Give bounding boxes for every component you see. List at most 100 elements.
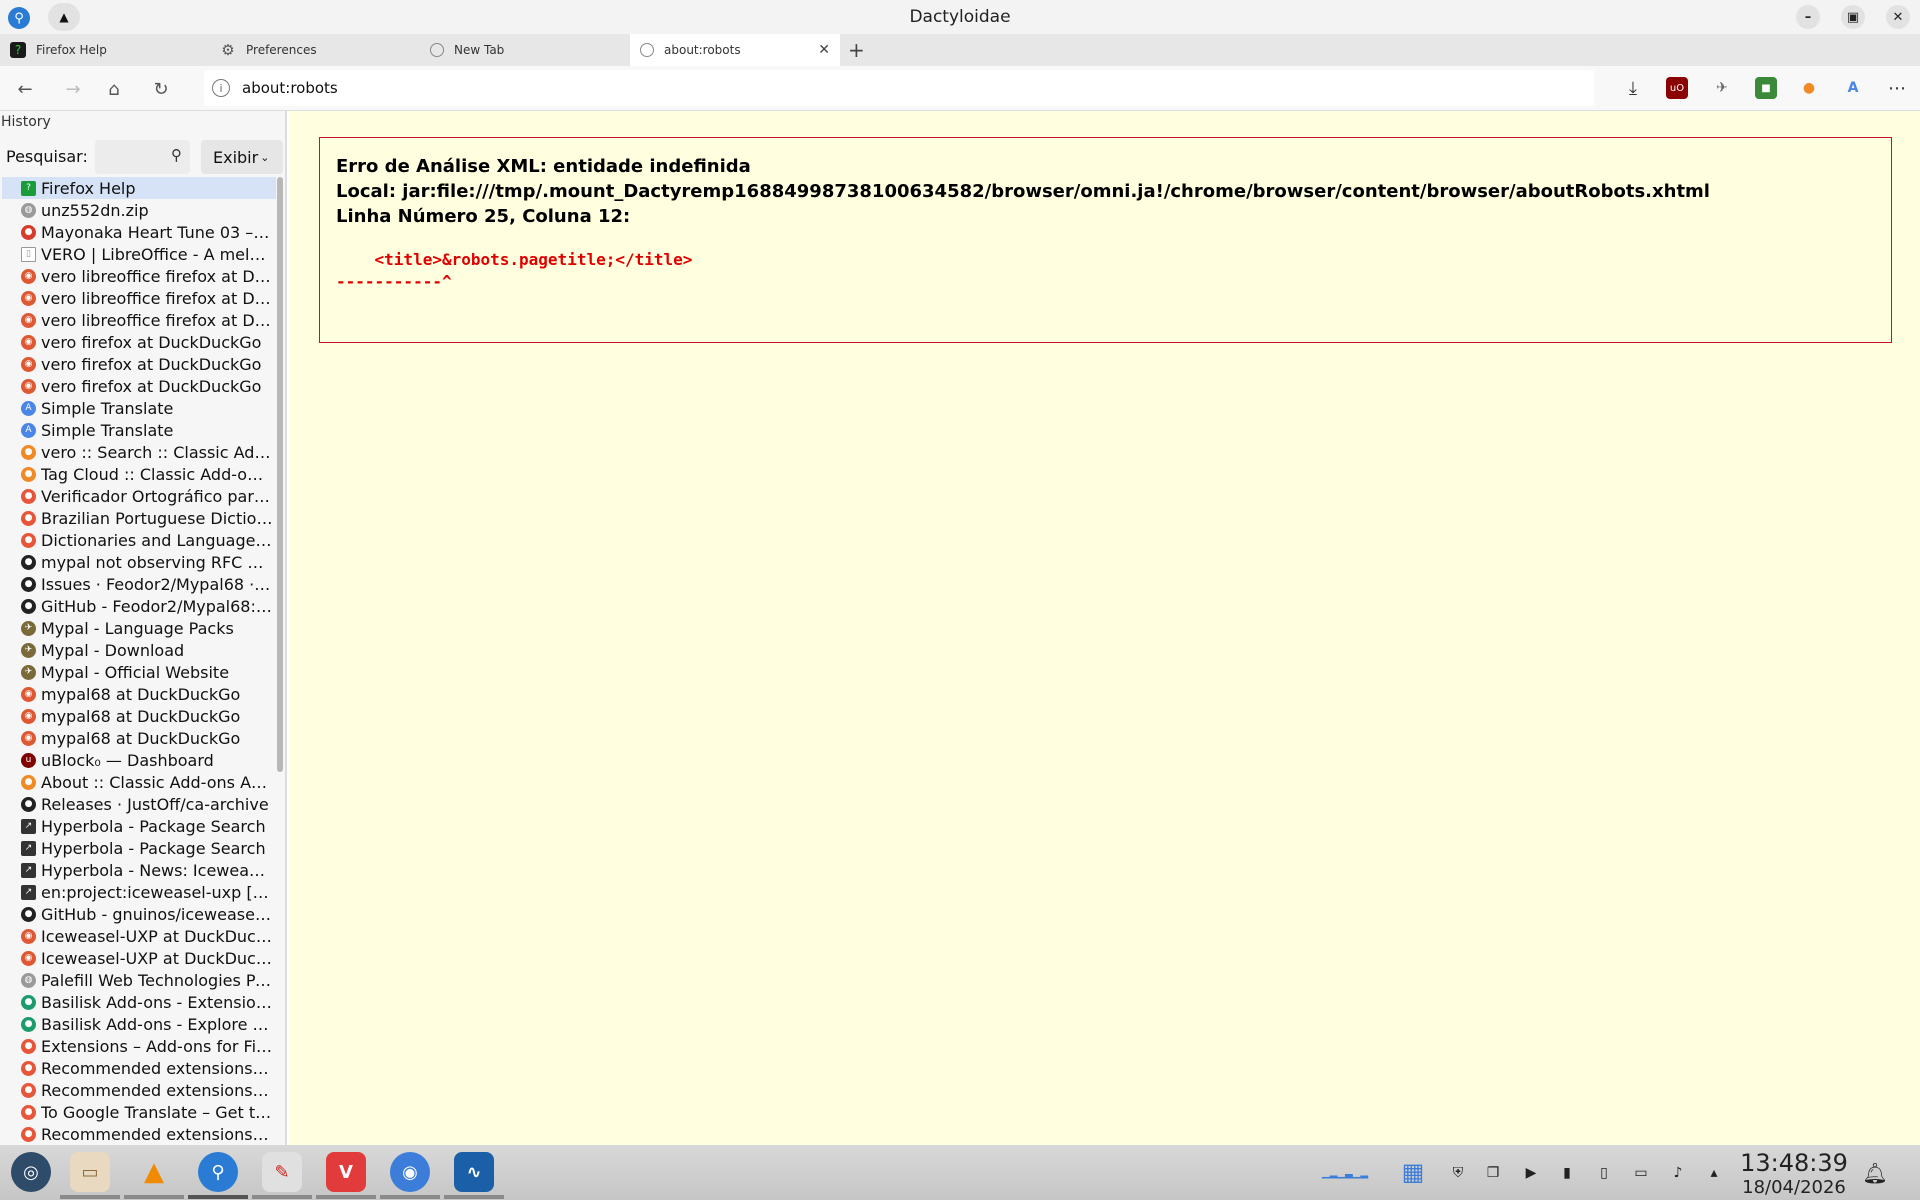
sidebar-title: History — [1, 114, 51, 130]
history-item[interactable]: ◉ mypal68 at DuckDuckGo — [0, 683, 276, 705]
start-menu-icon[interactable]: ◎ — [11, 1152, 51, 1192]
history-item[interactable]: ? Firefox Help — [2, 177, 276, 199]
system-monitor-icon[interactable]: ∿ — [454, 1152, 494, 1192]
history-item[interactable]: ● Basilisk Add-ons - Explore A... — [0, 1013, 276, 1035]
history-item[interactable]: ✈ Mypal - Language Packs — [0, 617, 276, 639]
history-item[interactable]: ✈ Mypal - Official Website — [0, 661, 276, 683]
search-icon: ⚲ — [171, 146, 182, 164]
workspace-icon[interactable]: ▦ — [1395, 1157, 1431, 1187]
history-item-label: GitHub - gnuinos/iceweasel-... — [41, 904, 273, 924]
history-item[interactable]: ● mypal not observing RFC 89... — [0, 551, 276, 573]
history-item[interactable]: ◍ Palefill Web Technologies Po... — [0, 969, 276, 991]
task-indicator — [316, 1195, 376, 1199]
dactyloidae-icon[interactable]: ⚲ — [198, 1152, 238, 1192]
history-item[interactable]: ● vero :: Search :: Classic Add-... — [0, 441, 276, 463]
history-item[interactable]: ● Tag Cloud :: Classic Add-ons ... — [0, 463, 276, 485]
new-tab-button[interactable]: + — [848, 38, 865, 62]
display-icon[interactable]: ▭ — [1630, 1162, 1652, 1184]
history-item[interactable]: ◉ vero firefox at DuckDuckGo — [0, 353, 276, 375]
notifications-icon[interactable]: 🔔︎ — [1862, 1161, 1887, 1185]
history-item[interactable]: ↗ en:project:iceweasel-uxp [H... — [0, 881, 276, 903]
back-button[interactable]: ← — [12, 76, 38, 102]
history-item[interactable]: ◉ vero libreoffice firefox at Du... — [0, 309, 276, 331]
battery-icon[interactable]: ▯ — [1593, 1162, 1615, 1184]
history-item[interactable]: ● Issues · Feodor2/Mypal68 · ... — [0, 573, 276, 595]
menu-icon[interactable]: ⋯ — [1886, 77, 1908, 99]
history-item[interactable]: ↗ Hyperbola - News: Icewease... — [0, 859, 276, 881]
clock[interactable]: 13:48:39 18/04/2026 — [1735, 1149, 1853, 1198]
history-item[interactable]: ✈ Mypal - Download — [0, 639, 276, 661]
history-item[interactable]: ● GitHub - gnuinos/iceweasel-... — [0, 903, 276, 925]
history-item[interactable]: ◉ mypal68 at DuckDuckGo — [0, 727, 276, 749]
close-tab-icon[interactable]: ✕ — [818, 42, 830, 58]
translate-icon[interactable]: A — [1842, 77, 1864, 99]
sidebar-scrollbar[interactable] — [277, 177, 283, 772]
tab-firefox-help[interactable]: ? Firefox Help — [0, 34, 210, 66]
history-item[interactable]: ● Recommended extensions –... — [0, 1123, 276, 1145]
forward-button[interactable]: → — [60, 76, 86, 102]
ublock-icon[interactable]: uO — [1666, 77, 1688, 99]
history-item[interactable]: ◉ mypal68 at DuckDuckGo — [0, 705, 276, 727]
history-item[interactable]: A Simple Translate — [0, 419, 276, 441]
clock-time: 13:48:39 — [1740, 1149, 1848, 1177]
security-icon[interactable]: ⛨ — [1447, 1162, 1469, 1184]
vivaldi-icon[interactable]: V — [326, 1152, 366, 1192]
text-editor-icon[interactable]: ✎ — [262, 1152, 302, 1192]
history-item[interactable]: ● GitHub - Feodor2/Mypal68: ... — [0, 595, 276, 617]
history-item[interactable]: ◉ Iceweasel-UXP at DuckDuck... — [0, 925, 276, 947]
search-input[interactable]: ⚲ — [95, 140, 190, 174]
history-item[interactable]: ↗ Hyperbola - Package Search — [0, 815, 276, 837]
home-button[interactable]: ⌂ — [101, 76, 127, 102]
history-item[interactable]: ● Verificador Ortográfico para... — [0, 485, 276, 507]
history-item[interactable]: ● Dictionaries and Language ... — [0, 529, 276, 551]
minimize-button[interactable]: – — [1796, 5, 1820, 29]
history-item[interactable]: ▯ VERO | LibreOffice - A melh... — [0, 243, 276, 265]
media-play-icon[interactable]: ▶ — [1520, 1162, 1542, 1184]
history-item-label: vero libreoffice firefox at Du... — [41, 266, 273, 286]
device-icon[interactable]: ▮ — [1556, 1162, 1578, 1184]
history-item[interactable]: A Simple Translate — [0, 397, 276, 419]
tab-new-tab[interactable]: New Tab — [420, 34, 630, 66]
reload-button[interactable]: ↻ — [148, 76, 174, 102]
history-item[interactable]: ◉ vero libreoffice firefox at Du... — [0, 287, 276, 309]
extension-green-icon[interactable]: ■ — [1755, 77, 1777, 99]
history-item[interactable]: ● About :: Classic Add-ons Arc... — [0, 771, 276, 793]
history-item[interactable]: ● Recommended extensions –... — [0, 1057, 276, 1079]
history-item[interactable]: u uBlock₀ — Dashboard — [0, 749, 276, 771]
view-dropdown[interactable]: Exibir ⌄ — [201, 140, 283, 174]
addon-icon[interactable]: ● — [1798, 77, 1820, 99]
volume-icon[interactable]: ♪ — [1667, 1162, 1689, 1184]
tray-expand-icon[interactable]: ▴ — [1703, 1162, 1725, 1184]
tab-preferences[interactable]: ⚙ Preferences — [210, 34, 420, 66]
tab-label: Preferences — [246, 43, 317, 57]
downloads-icon[interactable]: ⤓ — [1622, 77, 1644, 99]
history-item[interactable]: ● Recommended extensions –... — [0, 1079, 276, 1101]
history-item[interactable]: ● Releases · JustOff/ca-archive — [0, 793, 276, 815]
history-item[interactable]: ● Extensions – Add-ons for Fir... — [0, 1035, 276, 1057]
history-item[interactable]: ◉ vero firefox at DuckDuckGo — [0, 375, 276, 397]
ddg-icon: ◉ — [21, 356, 36, 372]
site-info-icon[interactable]: i — [212, 79, 230, 97]
history-item[interactable]: ◉ vero firefox at DuckDuckGo — [0, 331, 276, 353]
history-item[interactable]: ◍ unz552dn.zip — [0, 199, 276, 221]
extension-icon[interactable]: ✈ — [1711, 77, 1733, 99]
history-item[interactable]: ◉ Iceweasel-UXP at DuckDuck... — [0, 947, 276, 969]
hyperbola-icon: ↗ — [21, 862, 36, 878]
tab-about-robots[interactable]: about:robots ✕ — [630, 34, 840, 66]
url-bar[interactable]: i about:robots — [204, 70, 1594, 106]
history-item[interactable]: ↗ Hyperbola - Package Search — [0, 837, 276, 859]
history-item[interactable]: ● Brazilian Portuguese Diction... — [0, 507, 276, 529]
chromium-icon[interactable]: ◉ — [390, 1152, 430, 1192]
history-item[interactable]: ◉ vero libreoffice firefox at Du... — [0, 265, 276, 287]
history-item[interactable]: ● To Google Translate – Get th... — [0, 1101, 276, 1123]
file-manager-icon[interactable]: ▭ — [70, 1152, 110, 1192]
history-item[interactable]: ● Basilisk Add-ons - Extensions — [0, 991, 276, 1013]
maximize-button[interactable]: ▣ — [1841, 5, 1865, 29]
vlc-icon[interactable]: ▲ — [134, 1152, 174, 1192]
clipboard-icon[interactable]: ❐ — [1482, 1162, 1504, 1184]
close-window-button[interactable]: ✕ — [1886, 5, 1910, 29]
history-item-label: Hyperbola - Package Search — [41, 838, 266, 858]
history-item-label: vero firefox at DuckDuckGo — [41, 332, 262, 352]
firefox-icon: ● — [21, 1104, 36, 1120]
history-item[interactable]: ● Mayonaka Heart Tune 03 – T... — [0, 221, 276, 243]
